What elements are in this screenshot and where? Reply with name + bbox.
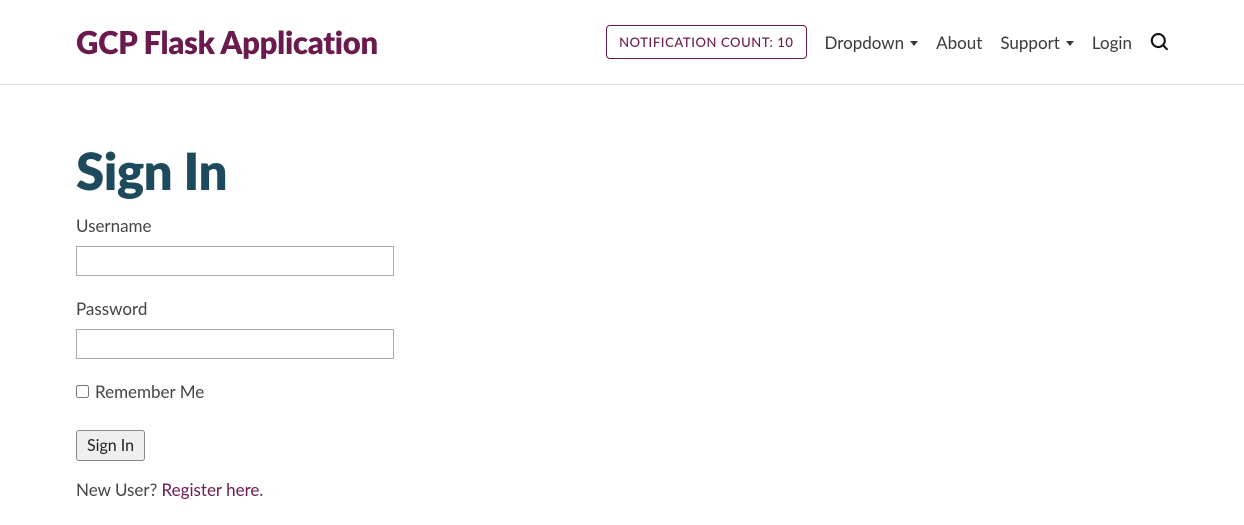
nav-support-label: Support — [1000, 32, 1060, 53]
search-icon[interactable] — [1150, 33, 1168, 51]
nav-login[interactable]: Login — [1092, 32, 1132, 53]
nav-about[interactable]: About — [936, 32, 982, 53]
page-title: Sign In — [76, 140, 1168, 201]
username-group: Username — [76, 215, 1168, 276]
nav-dropdown[interactable]: Dropdown — [825, 32, 919, 53]
signin-form: Username Password Remember Me Sign In — [76, 215, 1168, 479]
caret-down-icon — [910, 41, 918, 46]
password-input[interactable] — [76, 329, 394, 359]
register-link[interactable]: Register here — [162, 479, 260, 500]
remember-me-checkbox[interactable] — [76, 385, 89, 398]
password-group: Password — [76, 298, 1168, 359]
username-input[interactable] — [76, 246, 394, 276]
main-content: Sign In Username Password Remember Me Si… — [0, 140, 1244, 500]
nav-right-group: NOTIFICATION COUNT: 10 Dropdown About Su… — [606, 25, 1168, 59]
new-user-prompt: New User? Register here. — [76, 479, 1168, 500]
caret-down-icon — [1066, 41, 1074, 46]
nav-support[interactable]: Support — [1000, 32, 1074, 53]
nav-dropdown-label: Dropdown — [825, 32, 905, 53]
navbar: GCP Flask Application NOTIFICATION COUNT… — [0, 0, 1244, 85]
signin-button[interactable]: Sign In — [76, 430, 145, 461]
remember-me-group: Remember Me — [76, 381, 1168, 402]
username-label: Username — [76, 215, 1168, 236]
notification-count-button[interactable]: NOTIFICATION COUNT: 10 — [606, 25, 806, 59]
password-label: Password — [76, 298, 1168, 319]
new-user-text: New User? — [76, 479, 162, 500]
period: . — [259, 479, 263, 500]
remember-me-label: Remember Me — [95, 381, 204, 402]
brand-link[interactable]: GCP Flask Application — [76, 23, 378, 61]
